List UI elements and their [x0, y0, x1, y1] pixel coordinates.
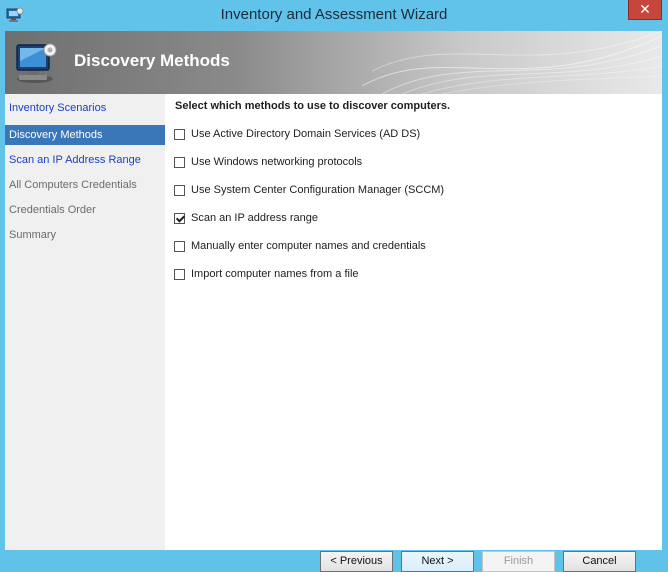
option-import-file[interactable]: Import computer names from a file: [174, 266, 359, 282]
checkbox-scan-ip-range[interactable]: [174, 212, 185, 224]
checkbox-sccm[interactable]: [174, 184, 185, 196]
option-label: Use System Center Configuration Manager …: [191, 184, 445, 196]
option-sccm[interactable]: Use System Center Configuration Manager …: [174, 182, 444, 198]
close-icon: ✕: [639, 1, 651, 17]
title-bar[interactable]: Inventory and Assessment Wizard ✕: [0, 0, 668, 30]
wizard-client: Discovery Methods Inventory Scenarios Di…: [5, 31, 662, 572]
computer-monitor-icon: [16, 43, 57, 83]
checkbox-manual-entry[interactable]: [174, 240, 185, 252]
wizard-window: Inventory and Assessment Wizard ✕ Discov…: [0, 0, 668, 572]
sidebar-item-discovery-methods[interactable]: Discovery Methods: [5, 125, 165, 145]
sidebar-item-credentials-order: Credentials Order: [9, 204, 96, 216]
close-button[interactable]: ✕: [628, 0, 662, 20]
section-heading: Select which methods to use to discover …: [175, 100, 451, 112]
checkbox-import-file[interactable]: [174, 268, 185, 280]
option-label: Use Windows networking protocols: [191, 156, 363, 168]
option-label: Scan an IP address range: [191, 212, 318, 224]
checkbox-ad-ds[interactable]: [174, 128, 185, 140]
checkbox-windows-networking[interactable]: [174, 156, 185, 168]
sidebar-item-summary: Summary: [9, 229, 57, 241]
sidebar-item-scan-ip-range[interactable]: Scan an IP Address Range: [5, 150, 165, 170]
page-title: Discovery Methods: [74, 51, 230, 70]
option-scan-ip-range[interactable]: Scan an IP address range: [174, 210, 318, 226]
next-button[interactable]: Next >: [401, 551, 474, 572]
option-label: Use Active Directory Domain Services (AD…: [191, 128, 421, 140]
header-banner: Discovery Methods: [5, 31, 662, 94]
option-windows-networking[interactable]: Use Windows networking protocols: [174, 154, 362, 170]
window-title: Inventory and Assessment Wizard: [220, 6, 448, 23]
decorative-waves: [362, 31, 662, 94]
option-label: Import computer names from a file: [191, 268, 359, 280]
option-manual-entry[interactable]: Manually enter computer names and creden…: [174, 238, 426, 254]
sidebar-item-all-computers-credentials: All Computers Credentials: [9, 179, 137, 191]
sidebar-item-inventory-scenarios[interactable]: Inventory Scenarios: [5, 98, 165, 118]
previous-button[interactable]: < Previous: [320, 551, 393, 572]
cancel-button[interactable]: Cancel: [563, 551, 636, 572]
option-label: Manually enter computer names and creden…: [191, 240, 426, 252]
option-ad-ds[interactable]: Use Active Directory Domain Services (AD…: [174, 126, 420, 142]
finish-button: Finish: [482, 551, 555, 572]
wizard-steps-sidebar: Inventory Scenarios Discovery Methods Sc…: [5, 94, 165, 550]
content-pane: Select which methods to use to discover …: [165, 94, 662, 572]
